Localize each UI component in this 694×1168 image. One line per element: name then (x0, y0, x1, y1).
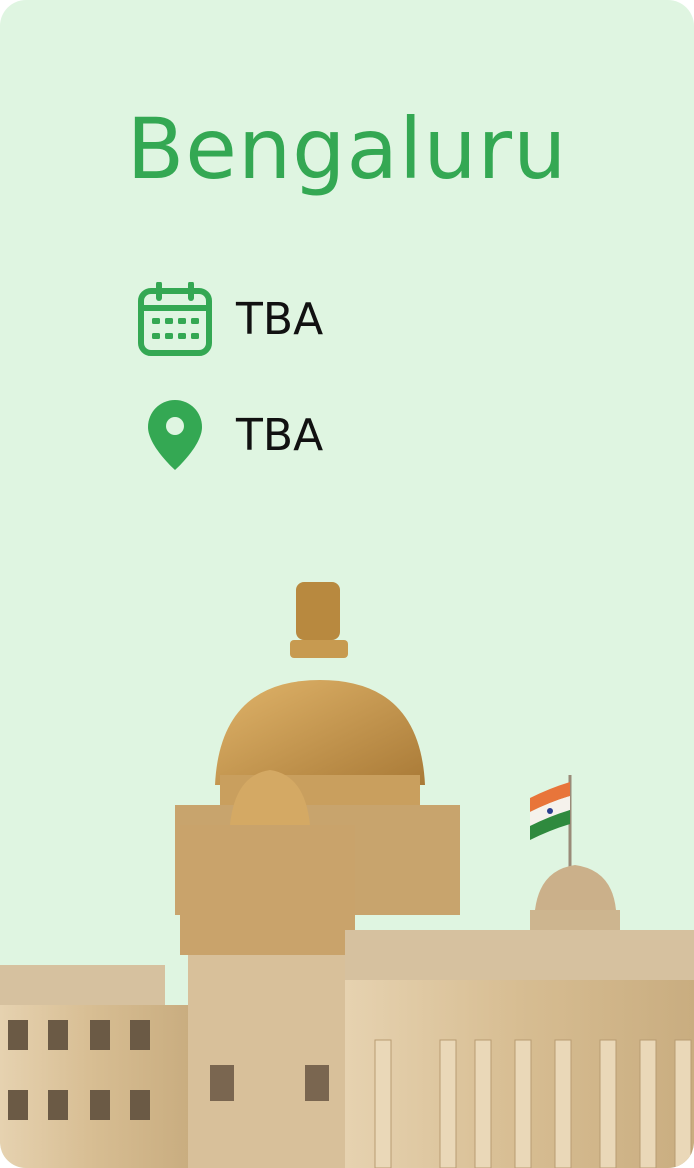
event-venue-row: TBA (138, 398, 323, 472)
event-date-value: TBA (236, 293, 324, 345)
event-card[interactable]: Bengaluru TBA TBA (0, 0, 694, 1168)
vidhana-soudha-image (0, 582, 694, 1168)
event-venue-value: TBA (236, 409, 324, 461)
event-date-row: TBA (138, 282, 323, 356)
location-pin-icon (148, 400, 202, 470)
calendar-icon (138, 282, 212, 356)
city-title: Bengaluru (126, 100, 568, 198)
